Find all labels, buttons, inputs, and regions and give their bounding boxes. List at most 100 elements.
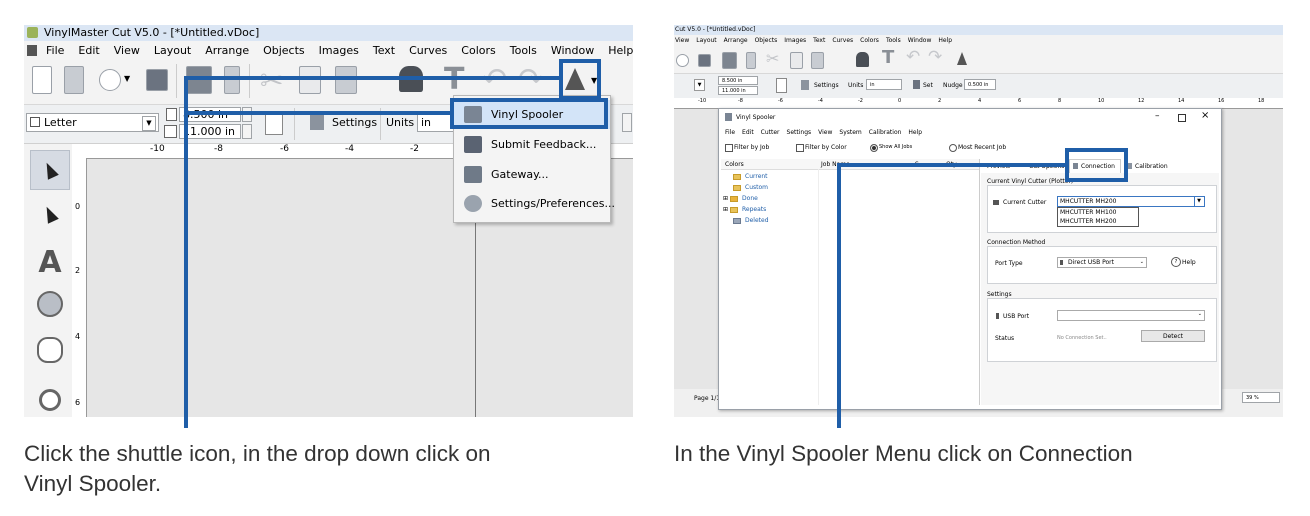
orientation-icon[interactable] [265,113,283,135]
settings-button[interactable]: Settings [332,116,377,129]
menu-item-settings-preferences[interactable]: Settings/Preferences... [454,189,615,218]
right-stepper[interactable] [622,113,632,132]
zoom-select[interactable]: 39 % [1242,392,1280,403]
copy-icon[interactable] [790,52,803,69]
clipart-tool-icon[interactable] [30,330,70,370]
help-link[interactable]: Help [1182,258,1196,267]
spooler-menu-file[interactable]: File [725,128,735,137]
scissors-icon[interactable]: ✂ [260,64,283,97]
scissors-icon[interactable]: ✂ [766,49,779,68]
chevron-down-icon[interactable]: ▼ [1194,197,1203,206]
paste-icon[interactable] [811,52,824,69]
menu-arrange[interactable]: Arrange [205,41,249,60]
settings-icon[interactable] [310,114,324,130]
units-select[interactable]: in [866,79,902,90]
orientation-icon[interactable] [776,78,787,93]
cutter-option[interactable]: MHCUTTER MH100 [1058,208,1138,217]
minimize-icon[interactable]: – [1155,111,1160,121]
open-document-icon[interactable] [64,66,84,94]
tree-item-done[interactable]: ⊞ Done [723,195,758,203]
set-icon[interactable] [913,80,920,89]
menu-colors[interactable]: Colors [461,41,495,60]
page-height-field[interactable]: 11.000 in [718,86,758,95]
chevron-down-icon[interactable]: ⌄ [1198,311,1202,317]
menu-layout[interactable]: Layout [154,41,191,60]
save-icon[interactable] [146,69,168,91]
page-size-select[interactable]: Letter [26,113,159,132]
detect-button[interactable]: Detect [1141,330,1205,342]
shuttle-icon[interactable] [957,52,967,65]
page-width-field[interactable]: 8.500 in [718,76,758,85]
tree-item-repeats[interactable]: ⊞ Repeats [723,206,766,214]
new-document-icon[interactable] [32,66,52,94]
chevron-down-icon[interactable]: ⌄ [1140,258,1144,267]
print-icon[interactable] [722,52,737,69]
tree-item-current[interactable]: Current [733,173,768,181]
show-all-radio[interactable] [870,144,878,152]
menu-tools[interactable]: Tools [510,41,537,60]
spooler-menu-view[interactable]: View [818,128,832,137]
menu-layout[interactable]: Layout [696,35,716,47]
print-icon[interactable] [186,66,212,94]
menu-edit[interactable]: Edit [78,41,99,60]
text-tool-icon[interactable]: A [30,242,70,282]
tab-calibration[interactable]: Calibration [1135,162,1168,171]
settings-icon[interactable] [801,80,809,90]
zoom-tool-icon[interactable] [30,380,70,417]
nudge-field[interactable]: 0.500 in [964,79,996,90]
menu-item-submit-feedback[interactable]: Submit Feedback... [454,130,610,159]
menu-text[interactable]: Text [373,41,395,60]
text-tool-icon[interactable]: T [882,47,894,68]
chevron-down-icon[interactable]: ▼ [124,74,130,83]
menu-colors[interactable]: Colors [860,35,879,47]
node-edit-tool-icon[interactable] [30,194,70,234]
spooler-menu-edit[interactable]: Edit [742,128,754,137]
tree-item-deleted[interactable]: Deleted [733,217,769,225]
help-icon[interactable]: ? [1171,257,1181,267]
tree-item-custom[interactable]: Custom [733,184,768,192]
menu-tools[interactable]: Tools [886,35,901,47]
undo-icon[interactable]: ↶ [906,47,920,67]
page-height-field[interactable]: 11.000 in [179,124,241,139]
history-icon[interactable] [676,54,689,67]
history-icon[interactable] [99,69,121,91]
spooler-menu-cutter[interactable]: Cutter [761,128,780,137]
settings-button[interactable]: Settings [814,81,839,90]
close-icon[interactable]: × [1201,110,1209,121]
page-size-dropdown-icon[interactable]: ▼ [694,79,705,91]
usb-port-select[interactable]: ⌄ [1057,310,1205,321]
menu-curves[interactable]: Curves [409,41,447,60]
menu-arrange[interactable]: Arrange [724,35,748,47]
menu-images[interactable]: Images [319,41,359,60]
filter-job-checkbox[interactable] [725,144,733,152]
filter-color-checkbox[interactable] [796,144,804,152]
spooler-menu-settings[interactable]: Settings [787,128,812,137]
fill-bucket-icon[interactable] [856,52,869,67]
chevron-down-icon[interactable]: ▼ [142,116,156,131]
menu-help[interactable]: Help [938,35,952,47]
menu-text[interactable]: Text [813,35,825,47]
save-icon[interactable] [698,54,711,67]
current-cutter-select[interactable]: MHCUTTER MH200 ▼ [1057,196,1205,207]
menu-curves[interactable]: Curves [832,35,853,47]
shape-tool-icon[interactable] [30,284,70,324]
menu-window[interactable]: Window [908,35,932,47]
menu-images[interactable]: Images [784,35,806,47]
spooler-menu-system[interactable]: System [839,128,861,137]
spooler-menu-calibration[interactable]: Calibration [869,128,902,137]
maximize-icon[interactable] [1178,114,1186,122]
menu-help[interactable]: Help [608,41,633,60]
most-recent-radio[interactable] [949,144,957,152]
menu-view[interactable]: View [675,35,689,47]
spooler-menu-help[interactable]: Help [908,128,922,137]
cut-to-plotter-icon[interactable] [224,66,240,94]
menu-objects[interactable]: Objects [755,35,778,47]
menu-objects[interactable]: Objects [263,41,305,60]
cutter-option[interactable]: MHCUTTER MH200 [1058,217,1138,226]
copy-icon[interactable] [299,66,321,94]
cut-to-plotter-icon[interactable] [746,52,756,69]
menu-item-gateway[interactable]: Gateway... [454,160,610,189]
menu-file[interactable]: File [46,41,64,60]
set-button[interactable]: Set [923,81,933,90]
menu-window[interactable]: Window [551,41,594,60]
